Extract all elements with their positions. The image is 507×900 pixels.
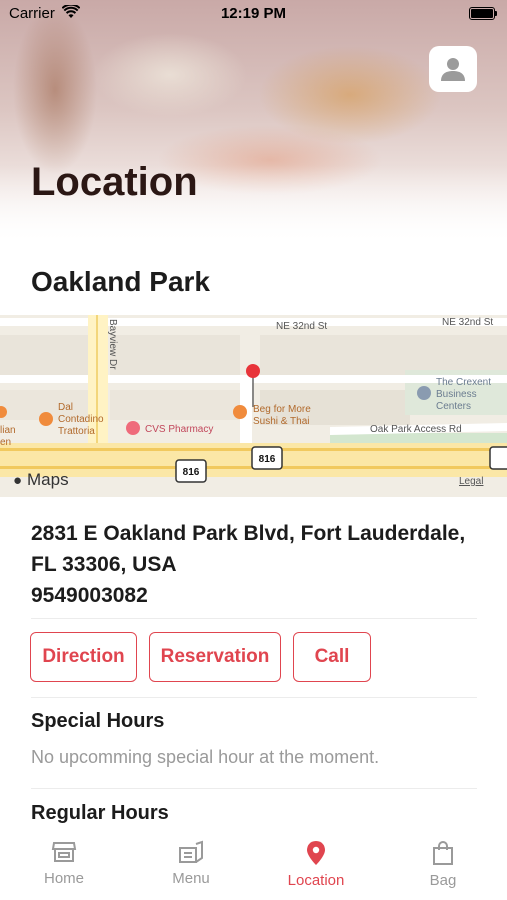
user-avatar-icon xyxy=(441,58,465,81)
address-block: 2831 E Oakland Park Blvd, Fort Lauderdal… xyxy=(31,518,491,611)
call-button[interactable]: Call xyxy=(293,632,371,682)
tab-label: Bag xyxy=(429,872,457,889)
map-place-label: The Crexent xyxy=(436,377,491,388)
map-route-shield: 816 xyxy=(259,454,276,465)
map-place-label: Beg for More xyxy=(253,404,311,415)
location-name: Oakland Park xyxy=(31,266,210,297)
location-pin-icon xyxy=(307,841,325,865)
store-icon xyxy=(51,842,77,862)
map-place-label: Dal xyxy=(58,402,73,413)
special-hours-message: No upcomming special hour at the moment. xyxy=(31,747,380,767)
map-place-label: Trattoria xyxy=(58,426,95,437)
tab-home[interactable]: Home xyxy=(19,840,109,887)
divider xyxy=(31,697,477,698)
reservation-button[interactable]: Reservation xyxy=(149,632,281,682)
battery-icon xyxy=(469,7,497,20)
map-street-label: NE 32nd St xyxy=(442,317,493,328)
map-place-label: CVS Pharmacy xyxy=(145,424,213,435)
map-place-label: en xyxy=(0,437,11,448)
location-map[interactable]: NE 32nd St NE 32nd St Bayview Dr Oak Par… xyxy=(0,315,507,497)
tab-menu[interactable]: Menu xyxy=(146,840,236,887)
bag-icon xyxy=(433,841,453,865)
map-legal-link: Legal xyxy=(459,476,483,487)
divider xyxy=(31,788,477,789)
maps-brand-label: Maps xyxy=(27,470,69,489)
map-place-label: Centers xyxy=(436,401,471,412)
apple-logo-icon: ● xyxy=(13,472,22,489)
map-street-label: Oak Park Access Rd xyxy=(370,424,462,435)
tab-label: Location xyxy=(287,872,345,889)
map-place-label: Sushi & Thai xyxy=(253,416,310,427)
regular-hours-title: Regular Hours xyxy=(31,802,169,824)
profile-button[interactable] xyxy=(429,46,477,92)
map-street-label: Bayview Dr xyxy=(107,319,118,370)
tab-label: Home xyxy=(43,870,84,887)
tab-location[interactable]: Location xyxy=(271,840,361,889)
special-hours-title: Special Hours xyxy=(31,710,165,732)
map-place-label: lian xyxy=(0,425,16,436)
menu-icon xyxy=(179,840,203,863)
hero-background-image xyxy=(0,0,507,245)
address-line: 2831 E Oakland Park Blvd, Fort Lauderdal… xyxy=(31,522,466,545)
map-street-label: NE 32nd St xyxy=(276,321,327,332)
clock: 12:19 PM xyxy=(220,5,287,22)
divider xyxy=(31,618,477,619)
map-place-label: Business xyxy=(436,389,477,400)
status-bar: Carrier 12:19 PM xyxy=(0,0,507,28)
map-place-label: Contadino xyxy=(58,414,104,425)
page-title: Location xyxy=(31,160,198,204)
tab-bag[interactable]: Bag xyxy=(398,840,488,889)
map-route-shield: 816 xyxy=(183,467,200,478)
phone-number[interactable]: 9549003082 xyxy=(31,580,491,611)
direction-button[interactable]: Direction xyxy=(30,632,137,682)
tab-label: Menu xyxy=(172,870,210,887)
address-line: FL 33306, USA xyxy=(31,553,177,576)
tab-bar: Home Menu Location Bag xyxy=(0,830,507,900)
